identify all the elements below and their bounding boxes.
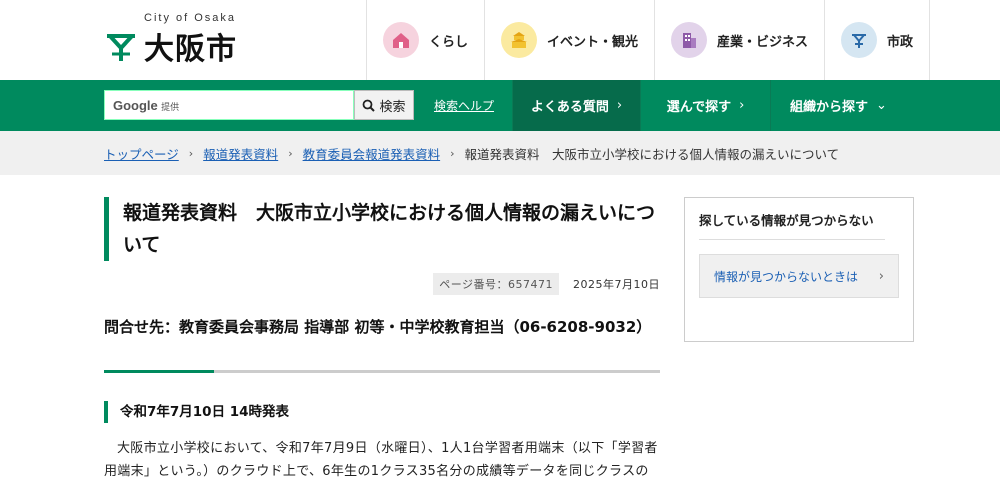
page-number: ページ番号：657471 (433, 273, 559, 295)
logo-text: 大阪市 (144, 32, 237, 67)
search-button[interactable]: 検索 (354, 90, 414, 120)
category-label: 市政 (887, 34, 914, 50)
chevron-right-icon: › (739, 98, 745, 113)
breadcrumb-link-education-press[interactable]: 教育委員会報道発表資料 (303, 144, 441, 163)
category-label: イベント・観光 (547, 34, 639, 50)
city-emblem-icon (841, 22, 878, 58)
site-logo[interactable]: City of Osaka 大阪市 (104, 12, 254, 68)
chevron-right-icon: › (878, 268, 884, 284)
gnav-label: よくある質問 (530, 100, 609, 115)
search-help-link[interactable]: 検索ヘルプ (434, 97, 494, 114)
building-icon (671, 22, 708, 58)
breadcrumb-current: 報道発表資料 大阪市立小学校における個人情報の漏えいについて (464, 146, 840, 162)
category-label: くらし (429, 34, 469, 50)
contact-info: 問合せ先：教育委員会事務局 指導部 初等・中学校教育担当（06-6208-903… (104, 318, 652, 336)
gnav-label: 選んで探す (666, 100, 732, 115)
divider-accent (104, 370, 214, 373)
gnav-browse[interactable]: 選んで探す › (640, 80, 770, 131)
category-business[interactable]: 産業・ビジネス (654, 0, 824, 80)
sidebar-not-found-box: 探している情報が見つからない 情報が見つからないときは › (684, 197, 914, 342)
article-body: 大阪市立小学校において、令和7年7月9日（水曜日）、1人1台学習者用端末（以下「… (104, 441, 658, 479)
logo-subtitle: City of Osaka (144, 12, 237, 24)
global-nav: よくある質問 › 選んで探す › 組織から探す ⌄ (512, 80, 906, 131)
page-title: 報道発表資料 大阪市立小学校における個人情報の漏えいについて (104, 197, 660, 261)
osaka-emblem-icon (107, 34, 135, 61)
gnav-faq[interactable]: よくある質問 › (512, 80, 640, 131)
sidebar-link-label: 情報が見つからないときは (714, 269, 859, 284)
category-kurashi[interactable]: くらし (366, 0, 484, 80)
page-meta: ページ番号：657471 2025年7月10日 (430, 273, 660, 295)
gnav-organization[interactable]: 組織から探す ⌄ (770, 80, 906, 131)
category-shisei[interactable]: 市政 (824, 0, 931, 80)
castle-icon (501, 22, 538, 58)
global-nav-bar: Google 提供 検索 検索ヘルプ よくある質問 › 選んで探す › 組織から… (0, 80, 1000, 131)
sidebar-divider (699, 239, 885, 240)
breadcrumb-separator-icon: › (450, 146, 455, 160)
breadcrumb-link-top[interactable]: トップページ (104, 144, 179, 163)
search-icon (363, 99, 376, 112)
breadcrumb-separator-icon: › (288, 146, 293, 160)
chevron-right-icon: › (616, 98, 623, 113)
search-input[interactable]: Google 提供 (104, 90, 354, 120)
section-heading: 令和7年7月10日 14時発表 (104, 401, 660, 423)
category-event[interactable]: イベント・観光 (484, 0, 654, 80)
category-label: 産業・ビジネス (717, 34, 809, 50)
search-placeholder: Google 提供 (113, 97, 180, 113)
site-header: City of Osaka 大阪市 くらし イベント・観光 産業・ビジネス 市政 (0, 0, 1000, 80)
breadcrumb: トップページ › 報道発表資料 › 教育委員会報道発表資料 › 報道発表資料 大… (0, 131, 1000, 175)
chevron-down-icon: ⌄ (876, 98, 887, 113)
gnav-label: 組織から探す (790, 100, 869, 115)
page-date: 2025年7月10日 (573, 278, 660, 291)
category-nav: くらし イベント・観光 産業・ビジネス 市政 (366, 0, 931, 80)
breadcrumb-link-press[interactable]: 報道発表資料 (203, 144, 278, 163)
sidebar-not-found-link[interactable]: 情報が見つからないときは › (699, 254, 899, 298)
search-button-label: 検索 (379, 99, 406, 115)
breadcrumb-separator-icon: › (188, 146, 194, 160)
house-icon (383, 22, 419, 58)
sidebar-title: 探している情報が見つからない (699, 213, 874, 228)
